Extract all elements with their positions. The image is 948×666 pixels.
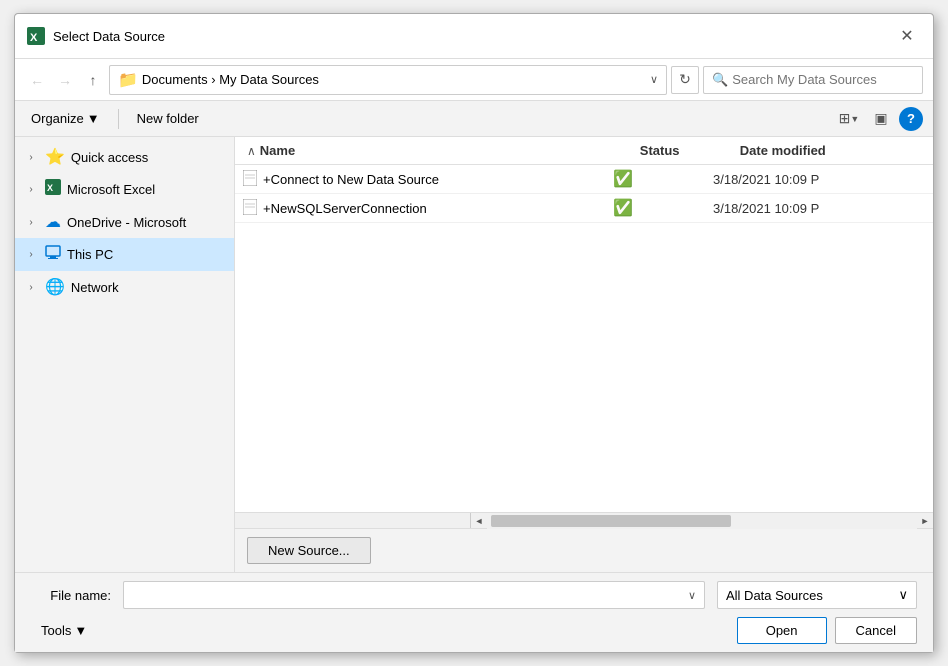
search-box: 🔍 [703, 66, 923, 94]
file-status: ✅ [613, 169, 713, 189]
file-icon [243, 199, 257, 218]
file-list: +Connect to New Data Source ✅ 3/18/2021 … [235, 165, 933, 512]
bottom-bar: File name: ∨ All Data Sources ∨ Tools ▼ … [15, 572, 933, 652]
file-name: +Connect to New Data Source [263, 172, 613, 187]
col-name-header[interactable]: Name [260, 143, 640, 158]
horizontal-scrollbar[interactable]: ◄ ► [235, 512, 933, 528]
path-text: Documents › My Data Sources [142, 72, 646, 87]
table-row[interactable]: +NewSQLServerConnection ✅ 3/18/2021 10:0… [235, 194, 933, 223]
sidebar-label: Microsoft Excel [67, 182, 155, 197]
up-button[interactable]: ↑ [81, 68, 105, 92]
folder-icon: 📁 [118, 70, 138, 90]
sidebar-label: This PC [67, 247, 113, 262]
sidebar-label: OneDrive - Microsoft [67, 215, 186, 230]
scroll-thumb[interactable] [491, 515, 731, 527]
title-bar: X Select Data Source ✕ [15, 14, 933, 59]
new-source-area: New Source... [235, 528, 933, 572]
scroll-left-space [235, 513, 471, 529]
scroll-track[interactable] [487, 513, 917, 529]
path-chevron[interactable]: ∨ [650, 73, 658, 86]
expand-icon: › [23, 247, 39, 263]
views-chevron: ▼ [850, 114, 859, 124]
column-header-row: ∧ Name Status Date modified [235, 137, 933, 165]
toolbar: Organize ▼ New folder ⊞ ▼ ▣ ? [15, 101, 933, 137]
sidebar-item-this-pc[interactable]: › This PC [15, 238, 234, 271]
file-date: 3/18/2021 10:09 P [713, 172, 925, 187]
network-icon: 🌐 [45, 277, 65, 297]
onedrive-icon: ☁ [45, 212, 61, 232]
select-data-source-dialog: X Select Data Source ✕ ← → ↑ 📁 Documents… [14, 13, 934, 653]
file-status: ✅ [613, 198, 713, 218]
excel-icon: X [45, 179, 61, 200]
sidebar-item-quick-access[interactable]: › ⭐ Quick access [15, 141, 234, 173]
expand-icon: › [23, 149, 39, 165]
tools-button[interactable]: Tools ▼ [31, 618, 97, 643]
sidebar: › ⭐ Quick access › X Microsoft Excel › ☁… [15, 137, 235, 572]
open-button[interactable]: Open [737, 617, 827, 644]
search-icon: 🔍 [712, 72, 728, 88]
table-row[interactable]: +Connect to New Data Source ✅ 3/18/2021 … [235, 165, 933, 194]
status-check-icon: ✅ [613, 198, 633, 218]
scroll-left-arrow[interactable]: ◄ [471, 513, 487, 529]
file-date: 3/18/2021 10:09 P [713, 201, 925, 216]
status-check-icon: ✅ [613, 169, 633, 189]
sidebar-item-onedrive[interactable]: › ☁ OneDrive - Microsoft [15, 206, 234, 238]
cancel-button[interactable]: Cancel [835, 617, 917, 644]
expand-icon: › [23, 182, 39, 198]
close-button[interactable]: ✕ [893, 22, 921, 50]
view-options-button[interactable]: ⊞ ▼ [835, 106, 863, 132]
action-row: Tools ▼ Open Cancel [31, 617, 917, 644]
sidebar-item-network[interactable]: › 🌐 Network [15, 271, 234, 303]
views-icon: ⊞ [839, 110, 851, 127]
filetype-label: All Data Sources [726, 588, 823, 603]
address-bar: ← → ↑ 📁 Documents › My Data Sources ∨ ↻ … [15, 59, 933, 101]
back-button[interactable]: ← [25, 68, 49, 92]
column-headers: Name Status Date modified [260, 143, 925, 158]
refresh-button[interactable]: ↻ [671, 66, 699, 94]
file-icon [243, 170, 257, 189]
expand-icon: › [23, 279, 39, 295]
svg-text:X: X [47, 183, 53, 193]
preview-icon: ▣ [874, 110, 887, 127]
filename-input-container: ∨ [123, 581, 705, 609]
file-area: ∧ Name Status Date modified [235, 137, 933, 572]
filename-label: File name: [31, 588, 111, 603]
toolbar-separator [118, 109, 119, 129]
address-path[interactable]: 📁 Documents › My Data Sources ∨ [109, 65, 667, 95]
filetype-dropdown[interactable]: All Data Sources ∨ [717, 581, 917, 609]
sidebar-label: Quick access [71, 150, 148, 165]
preview-pane-button[interactable]: ▣ [867, 106, 895, 132]
app-icon: X [27, 27, 45, 45]
collapse-button[interactable]: ∧ [243, 144, 260, 158]
col-status-header[interactable]: Status [640, 143, 740, 158]
new-source-button[interactable]: New Source... [247, 537, 371, 564]
dialog-title: Select Data Source [53, 29, 893, 44]
scroll-right-arrow[interactable]: ► [917, 513, 933, 529]
organize-button[interactable]: Organize ▼ [25, 108, 106, 129]
col-date-header[interactable]: Date modified [740, 143, 925, 158]
help-button[interactable]: ? [899, 107, 923, 131]
quick-access-icon: ⭐ [45, 147, 65, 167]
file-name: +NewSQLServerConnection [263, 201, 613, 216]
sidebar-label: Network [71, 280, 119, 295]
toolbar-right: ⊞ ▼ ▣ ? [835, 106, 923, 132]
filename-input[interactable] [132, 588, 684, 603]
search-input[interactable] [732, 72, 914, 87]
filetype-chevron: ∨ [898, 587, 908, 603]
main-content: › ⭐ Quick access › X Microsoft Excel › ☁… [15, 137, 933, 572]
new-folder-button[interactable]: New folder [131, 108, 205, 129]
filename-row: File name: ∨ All Data Sources ∨ [31, 581, 917, 609]
forward-button[interactable]: → [53, 68, 77, 92]
svg-text:X: X [30, 32, 38, 44]
sidebar-item-excel[interactable]: › X Microsoft Excel [15, 173, 234, 206]
filename-dropdown-icon[interactable]: ∨ [688, 589, 696, 602]
expand-icon: › [23, 214, 39, 230]
this-pc-icon [45, 244, 61, 265]
